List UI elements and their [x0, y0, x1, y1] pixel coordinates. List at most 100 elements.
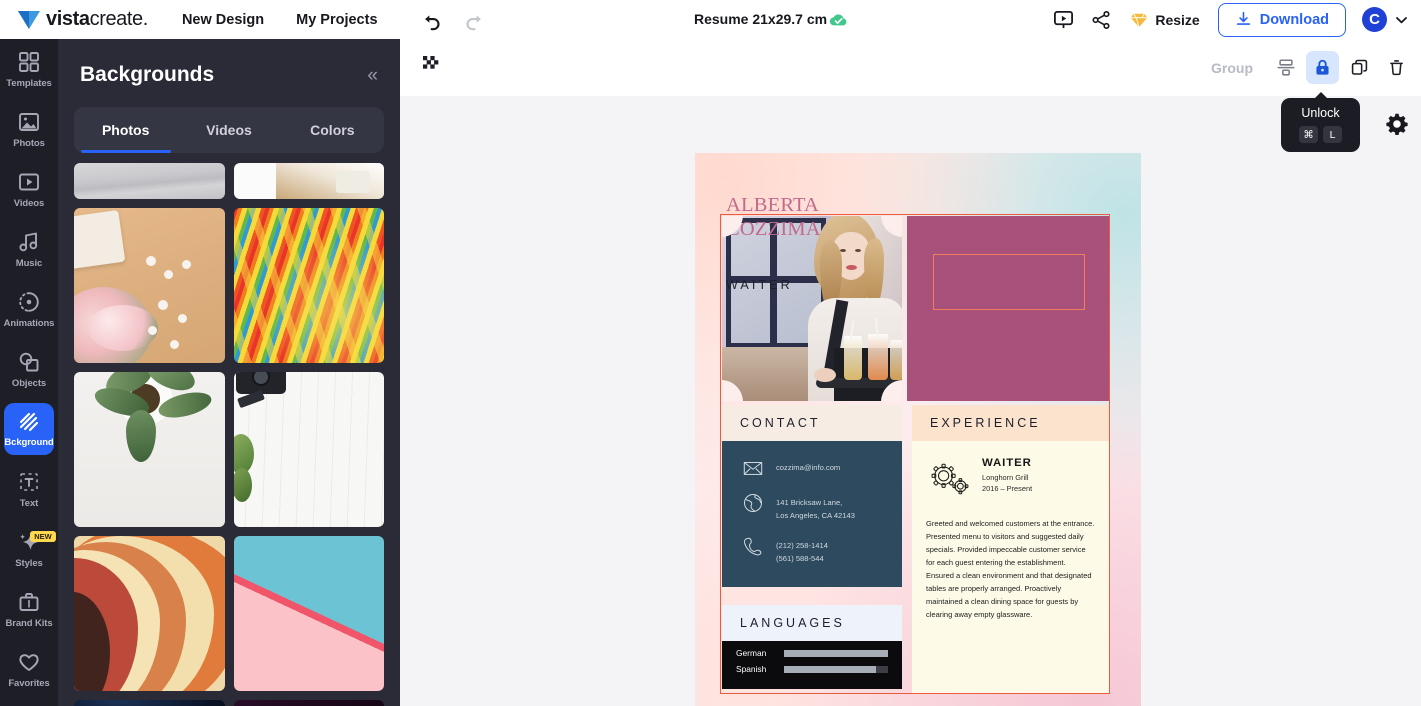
sidebar-item-label: Animations	[3, 317, 55, 329]
group-button[interactable]: Group	[1211, 60, 1253, 76]
resume-document[interactable]: ALBERTA COZZIMA WAITER CONTACT cozzima@i…	[695, 153, 1141, 706]
sidebar-item-animations[interactable]: Animations	[0, 279, 58, 339]
list-item[interactable]	[233, 536, 384, 691]
duplicate-icon	[1351, 59, 1368, 75]
candidate-name[interactable]: ALBERTA COZZIMA	[726, 193, 876, 241]
sidebar-item-label: Favorites	[8, 677, 50, 689]
candidate-job-title[interactable]: WAITER	[726, 278, 793, 292]
list-item[interactable]	[74, 700, 225, 706]
phone-icon	[743, 537, 762, 556]
chevron-down-icon[interactable]	[1396, 16, 1407, 24]
sidebar-item-videos[interactable]: Videos	[0, 159, 58, 219]
experience-dates: 2016 – Present	[982, 484, 1033, 493]
language-row-spanish: Spanish	[736, 664, 888, 674]
vistacreate-editor: vistacreate. New Design My Projects Resu…	[0, 0, 1421, 706]
diamond-icon	[1131, 12, 1148, 27]
tab-photos[interactable]: Photos	[74, 107, 177, 153]
contact-heading: CONTACT	[722, 405, 902, 441]
templates-icon	[19, 51, 39, 72]
languages-body[interactable]: German Spanish	[722, 641, 902, 689]
sidebar-item-background[interactable]: Bckground	[0, 399, 58, 459]
present-button[interactable]	[1044, 0, 1082, 39]
transparency-button[interactable]	[423, 55, 442, 80]
profile-photo-image	[722, 216, 902, 401]
list-item[interactable]	[233, 163, 384, 199]
tab-videos[interactable]: Videos	[177, 107, 280, 153]
sidebar-item-label: Templates	[6, 77, 52, 89]
resize-button[interactable]: Resize	[1120, 4, 1209, 36]
tooltip-label: Unlock	[1301, 106, 1340, 120]
column-spacer	[722, 587, 902, 605]
panel-header: Backgrounds «	[58, 39, 400, 87]
sidebar-item-label: Bckground	[4, 437, 54, 448]
background-thumbnail-grid	[58, 163, 400, 706]
mail-icon	[743, 461, 763, 475]
experience-role: WAITER	[982, 457, 1032, 469]
lock-button[interactable]	[1306, 51, 1339, 84]
tab-colors[interactable]: Colors	[281, 107, 384, 153]
experience-entry-text: WAITER Longhorn Grill 2016 – Present	[982, 457, 1032, 493]
canvas-area: Group ALBERTA COZZIMA WAITER CONTACT coz…	[400, 39, 1421, 706]
text-icon	[20, 472, 38, 491]
favorites-icon	[19, 653, 39, 671]
contact-address: 141 Bricksaw Lane, Los Angeles, CA 42143	[776, 498, 855, 520]
unlock-tooltip: Unlock ⌘ L	[1281, 98, 1360, 152]
sidebar-item-music[interactable]: Music	[0, 219, 58, 279]
contact-row-address: 141 Bricksaw Lane, Los Angeles, CA 42143	[722, 492, 902, 522]
nav-my-projects[interactable]: My Projects	[296, 12, 377, 28]
nav-new-design[interactable]: New Design	[182, 12, 264, 28]
list-item[interactable]	[74, 536, 225, 691]
sidebar-item-brand-kits[interactable]: Brand Kits	[0, 579, 58, 639]
contact-column: CONTACT cozzima@info.com 141 Bricksaw La…	[722, 405, 902, 689]
sidebar-item-text[interactable]: Text	[0, 459, 58, 519]
profile-photo[interactable]	[722, 216, 902, 401]
sidebar-item-styles[interactable]: NEW Styles	[0, 519, 58, 579]
language-level-bar	[784, 665, 888, 673]
document-title[interactable]: Resume 21x29.7 cm	[694, 11, 827, 27]
page-title: Backgrounds	[80, 63, 215, 86]
canvas-settings-button[interactable]	[1385, 112, 1409, 136]
contact-body[interactable]: cozzima@info.com 141 Bricksaw Lane, Los …	[722, 441, 902, 587]
list-item[interactable]	[233, 208, 384, 363]
sidebar-item-objects[interactable]: Objects	[0, 339, 58, 399]
animations-icon	[19, 291, 39, 312]
canvas-stage[interactable]: ALBERTA COZZIMA WAITER CONTACT cozzima@i…	[400, 96, 1421, 706]
languages-heading: LANGUAGES	[722, 605, 902, 641]
experience-column: EXPERIENCE WAITER Longhorn Grill 2016 – …	[912, 405, 1109, 693]
background-icon	[19, 412, 39, 432]
new-badge: NEW	[30, 530, 56, 542]
contact-row-phone: (212) 258-1414 (561) 588-544	[722, 535, 902, 565]
name-block[interactable]	[907, 216, 1109, 401]
sidebar-item-favorites[interactable]: Favorites	[0, 639, 58, 699]
tooltip-shortcut-keys: ⌘ L	[1299, 126, 1342, 143]
align-button[interactable]	[1269, 51, 1302, 84]
redo-icon[interactable]	[462, 9, 484, 31]
contact-phones: (212) 258-1414 (561) 588-544	[776, 541, 828, 563]
avatar[interactable]: C	[1362, 7, 1387, 32]
experience-description: Greeted and welcomed customers at the en…	[926, 519, 1095, 619]
undo-icon[interactable]	[422, 9, 444, 31]
list-item[interactable]	[233, 372, 384, 527]
sidebar-item-label: Photos	[13, 137, 45, 149]
collapse-panel-button[interactable]: «	[367, 66, 378, 85]
download-button[interactable]: Download	[1217, 2, 1346, 37]
cloud-check-icon	[829, 14, 847, 26]
panel-tabs: Photos Videos Colors	[74, 107, 384, 153]
present-icon	[1053, 10, 1073, 29]
list-item[interactable]	[74, 163, 225, 199]
duplicate-button[interactable]	[1343, 51, 1376, 84]
top-bar: vistacreate. New Design My Projects Resu…	[0, 0, 1421, 39]
sidebar-item-templates[interactable]: Templates	[0, 39, 58, 99]
list-item[interactable]	[233, 700, 384, 706]
experience-body[interactable]: WAITER Longhorn Grill 2016 – Present Gre…	[912, 441, 1109, 693]
contact-email: cozzima@info.com	[776, 463, 841, 472]
list-item[interactable]	[74, 372, 225, 527]
vistacreate-logo-icon	[18, 10, 40, 29]
list-item[interactable]	[74, 208, 225, 363]
share-button[interactable]	[1082, 0, 1120, 39]
brand-logo[interactable]: vistacreate.	[18, 8, 148, 31]
sidebar-item-photos[interactable]: Photos	[0, 99, 58, 159]
contact-row-email: cozzima@info.com	[722, 457, 902, 479]
delete-button[interactable]	[1380, 51, 1413, 84]
photos-icon	[19, 112, 39, 131]
